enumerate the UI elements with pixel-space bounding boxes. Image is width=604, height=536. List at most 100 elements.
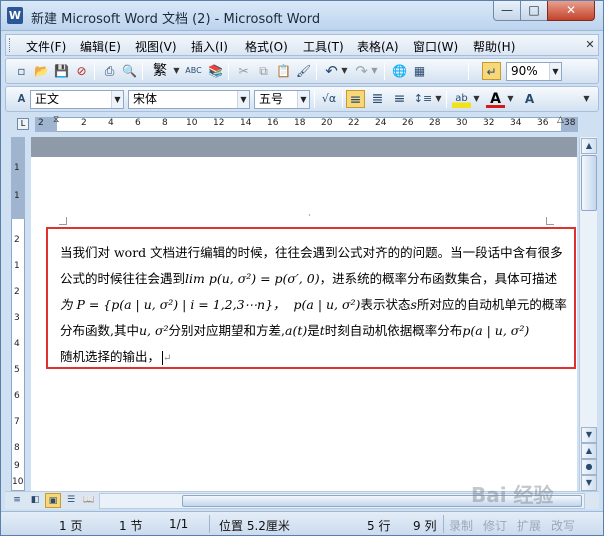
normal-view-icon[interactable]: ≡ <box>9 493 25 508</box>
outline-view-icon[interactable]: ☰ <box>63 493 79 508</box>
status-extend[interactable]: 扩展 <box>517 517 541 534</box>
status-page-of: 1/1 <box>169 517 189 531</box>
redo-icon[interactable]: ↷ <box>352 62 371 80</box>
align-center-icon[interactable]: ≣ <box>368 90 387 108</box>
word-window: W 新建 Microsoft Word 文档 (2) - Microsoft W… <box>0 0 604 536</box>
status-column: 9 列 <box>413 519 437 533</box>
font-color-dropdown-icon[interactable]: ▼ <box>506 90 515 108</box>
ruler-number: 7 <box>14 417 20 427</box>
ruler-number: 1 <box>14 191 20 201</box>
font-color-icon[interactable]: A <box>486 90 505 108</box>
redo-dropdown-icon[interactable]: ▼ <box>370 62 379 80</box>
cut-icon[interactable]: ✂ <box>234 62 253 80</box>
menu-bar: 文件(F) 编辑(E) 视图(V) 插入(I) 格式(O) 工具(T) 表格(A… <box>5 34 599 56</box>
zoom-combo[interactable]: 90% ▼ <box>506 62 562 81</box>
new-icon[interactable]: ▫ <box>12 62 31 80</box>
show-hide-icon[interactable]: ↵ <box>482 62 501 80</box>
menu-window[interactable]: 窗口(W) <box>413 38 458 55</box>
ruler-number: 8 <box>14 443 20 453</box>
spelling-icon[interactable]: ABC <box>184 62 203 80</box>
ruler-number: 24 <box>375 118 387 128</box>
status-record[interactable]: 录制 <box>449 517 473 534</box>
format-painter-icon[interactable]: 🖌 <box>294 62 313 80</box>
undo-icon[interactable]: ↶ <box>322 62 341 80</box>
close-button[interactable]: ✕ <box>547 1 595 21</box>
formatting-toolbar: 𝐀 正文 ▼ 宋体 ▼ 五号 ▼ √α ≡ ≣ ≡ ↕≡ ▼ ab ▼ A ▼ … <box>5 86 599 112</box>
vertical-ruler[interactable]: 1 1 2 1 2 3 4 5 6 7 8 9 10 <box>5 137 29 491</box>
menu-tools[interactable]: 工具(T) <box>303 38 344 55</box>
chevron-down-icon[interactable]: ▼ <box>111 91 123 108</box>
chevron-down-icon[interactable]: ▼ <box>549 63 561 80</box>
toolbar-separator <box>316 63 317 80</box>
header-mark: · <box>308 211 311 221</box>
web-view-icon[interactable]: ◧ <box>27 493 43 508</box>
styles-pane-icon[interactable]: 𝐀 <box>12 90 31 108</box>
traditional-chinese-icon[interactable]: 繁 <box>148 62 172 80</box>
style-combo[interactable]: 正文 ▼ <box>30 90 124 109</box>
hyperlink-icon[interactable]: 🌐 <box>390 62 409 80</box>
equation-icon[interactable]: √α <box>318 90 340 108</box>
previous-page-icon[interactable]: ▲ <box>581 443 597 459</box>
right-indent-icon[interactable]: △ <box>557 115 564 125</box>
menu-help[interactable]: 帮助(H) <box>473 38 515 55</box>
status-overtype[interactable]: 改写 <box>551 517 575 534</box>
close-document-icon[interactable]: ✕ <box>583 36 597 54</box>
scroll-up-icon[interactable]: ▲ <box>581 138 597 154</box>
scroll-thumb[interactable] <box>581 155 597 211</box>
menu-file[interactable]: 文件(F) <box>26 38 66 55</box>
align-left-icon[interactable]: ≡ <box>346 90 365 108</box>
menu-view[interactable]: 视图(V) <box>135 38 177 55</box>
menu-edit[interactable]: 编辑(E) <box>80 38 121 55</box>
scroll-down-icon[interactable]: ▼ <box>581 427 597 443</box>
browse-object-icon[interactable]: ● <box>581 459 597 475</box>
print-preview-icon[interactable]: 🔍 <box>120 62 139 80</box>
menu-grip[interactable] <box>9 38 12 52</box>
ruler-number: 1 <box>14 163 20 173</box>
ruler-number: 28 <box>429 118 441 128</box>
copy-icon[interactable]: ⧉ <box>254 62 273 80</box>
save-icon[interactable]: 💾 <box>52 62 71 80</box>
indent-marker-icon[interactable]: ⧖ <box>53 115 59 125</box>
status-separator <box>209 515 210 533</box>
toolbar-separator <box>446 91 447 108</box>
font-combo[interactable]: 宋体 ▼ <box>128 90 250 109</box>
tables-borders-icon[interactable]: ▦ <box>410 62 429 80</box>
toolbar-options-icon[interactable]: ▼ <box>582 90 591 108</box>
ruler-number: 2 <box>38 118 44 128</box>
open-icon[interactable]: 📂 <box>32 62 51 80</box>
vertical-scrollbar[interactable]: ▲ ▼ ▲ ● ▼ <box>579 137 597 491</box>
menu-table[interactable]: 表格(A) <box>357 38 399 55</box>
permission-icon[interactable]: ⊘ <box>72 62 91 80</box>
font-size-combo[interactable]: 五号 ▼ <box>254 90 310 109</box>
menu-format[interactable]: 格式(O) <box>245 38 288 55</box>
word-app-icon[interactable]: W <box>7 7 23 24</box>
highlight-dropdown-icon[interactable]: ▼ <box>472 90 481 108</box>
chevron-down-icon[interactable]: ▼ <box>237 91 249 108</box>
ruler-number: 9 <box>14 461 20 471</box>
tab-selector-icon[interactable]: L <box>17 118 29 130</box>
horizontal-ruler[interactable]: L ⧖ △ 2 2 4 6 8 10 12 14 16 18 20 22 24 … <box>5 115 599 135</box>
print-layout-view-icon[interactable]: ▣ <box>45 493 61 508</box>
print-icon[interactable]: ⎙ <box>100 62 119 80</box>
reading-view-icon[interactable]: 📖 <box>81 493 97 508</box>
highlight-icon[interactable]: ab <box>452 90 471 108</box>
maximize-button[interactable]: □ <box>520 1 548 21</box>
status-track-changes[interactable]: 修订 <box>483 517 507 534</box>
traditional-dropdown-icon[interactable]: ▼ <box>172 62 181 80</box>
grow-font-icon[interactable]: A <box>520 90 539 108</box>
research-icon[interactable]: 📚 <box>206 62 225 80</box>
undo-dropdown-icon[interactable]: ▼ <box>340 62 349 80</box>
title-bar: W 新建 Microsoft Word 文档 (2) - Microsoft W… <box>1 1 603 31</box>
line-spacing-dropdown-icon[interactable]: ▼ <box>434 90 443 108</box>
ruler-number: 6 <box>135 118 141 128</box>
paste-icon[interactable]: 📋 <box>274 62 293 80</box>
status-separator <box>443 515 444 533</box>
toolbar-separator <box>384 63 385 80</box>
align-right-icon[interactable]: ≡ <box>390 90 409 108</box>
menu-insert[interactable]: 插入(I) <box>191 38 228 55</box>
next-page-icon[interactable]: ▼ <box>581 475 597 491</box>
font-value: 宋体 <box>133 92 158 106</box>
chevron-down-icon[interactable]: ▼ <box>297 91 309 108</box>
minimize-button[interactable]: — <box>493 1 521 21</box>
line-spacing-icon[interactable]: ↕≡ <box>412 90 434 108</box>
